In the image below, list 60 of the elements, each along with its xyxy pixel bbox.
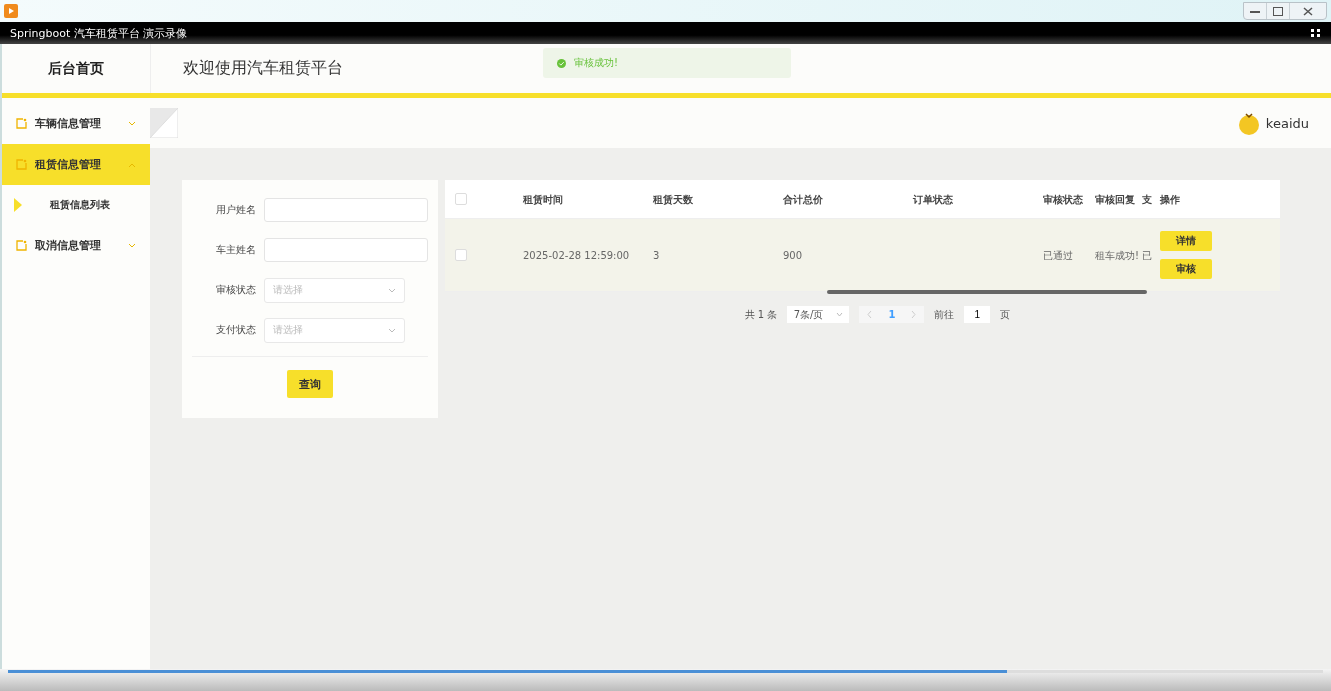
total-count: 共 1 条: [744, 307, 778, 322]
table-cell-text: 3: [652, 248, 661, 263]
toast-message: 审核成功!: [574, 56, 618, 70]
next-icon[interactable]: [911, 311, 917, 318]
action-button[interactable]: 审核: [1160, 259, 1212, 279]
page-title: 欢迎使用汽车租赁平台: [182, 58, 343, 79]
document-icon: [16, 118, 27, 129]
document-icon: [16, 159, 27, 170]
chevron-icon: [836, 312, 844, 317]
page-size-select[interactable]: 7条/页: [787, 306, 850, 323]
select-all-checkbox[interactable]: [455, 193, 467, 205]
column-header: 租赁天数: [652, 192, 694, 207]
chevron-icon: [388, 327, 396, 333]
user-name: keaidu: [1265, 115, 1309, 131]
column-header: 合计总价: [782, 192, 824, 207]
field-label: 支付状态: [215, 323, 256, 337]
check-circle-icon: [557, 58, 566, 68]
column-header: 支: [1141, 192, 1152, 207]
search-button[interactable]: 查询: [287, 370, 333, 398]
table-cell-text: 2025-02-28 12:59:00: [522, 248, 631, 263]
column-header: 订单状态: [912, 192, 954, 207]
column-header: 审核状态: [1042, 192, 1084, 207]
table-cell-text: 租车成功!: [1094, 248, 1140, 263]
document-icon: [16, 240, 27, 251]
chevron-icon: [128, 242, 136, 249]
scrollbar-thumb[interactable]: [827, 290, 1147, 294]
table-cell-text: 已通过: [1042, 248, 1074, 263]
goto-label: 前往: [934, 307, 955, 322]
table-cell-text: 900: [782, 248, 804, 263]
seek-bar[interactable]: [8, 670, 1323, 673]
row-checkbox[interactable]: [455, 249, 467, 261]
chevron-icon: [128, 120, 136, 127]
input-field[interactable]: [264, 198, 428, 222]
input-field[interactable]: [264, 238, 428, 262]
column-header: 审核回复: [1094, 192, 1136, 207]
close-icon: [1303, 6, 1313, 16]
column-header: 租赁时间: [522, 192, 564, 207]
fold-corner-icon[interactable]: [150, 108, 178, 138]
chevron-icon: [128, 161, 136, 168]
sidebar-menu-item[interactable]: 车辆信息管理: [2, 103, 150, 144]
sidebar-menu-item[interactable]: 租赁信息管理: [2, 144, 150, 185]
player-app-icon[interactable]: [4, 4, 18, 18]
page-input[interactable]: 1: [964, 306, 991, 323]
field-label: 用户姓名: [215, 203, 256, 217]
maximize-icon: [1273, 6, 1283, 16]
avatar-icon[interactable]: [1237, 111, 1260, 135]
table-cell-text: 已: [1141, 248, 1152, 263]
prev-icon[interactable]: [867, 311, 873, 318]
sidebar-menu-item[interactable]: 取消信息管理: [2, 225, 150, 266]
page-unit: 页: [1000, 307, 1011, 322]
video-title: Springboot 汽车租赁平台 演示录像: [10, 25, 188, 41]
chevron-icon: [388, 287, 396, 293]
pointer-icon: [14, 198, 22, 212]
field-label: 审核状态: [215, 283, 256, 297]
grid-icon[interactable]: [1311, 29, 1321, 37]
column-header: 操作: [1159, 192, 1181, 207]
action-button[interactable]: 详情: [1160, 231, 1212, 251]
sidebar-submenu-item[interactable]: 租赁信息列表: [2, 185, 150, 225]
field-label: 车主姓名: [215, 243, 256, 257]
minimize-icon: [1250, 9, 1260, 13]
